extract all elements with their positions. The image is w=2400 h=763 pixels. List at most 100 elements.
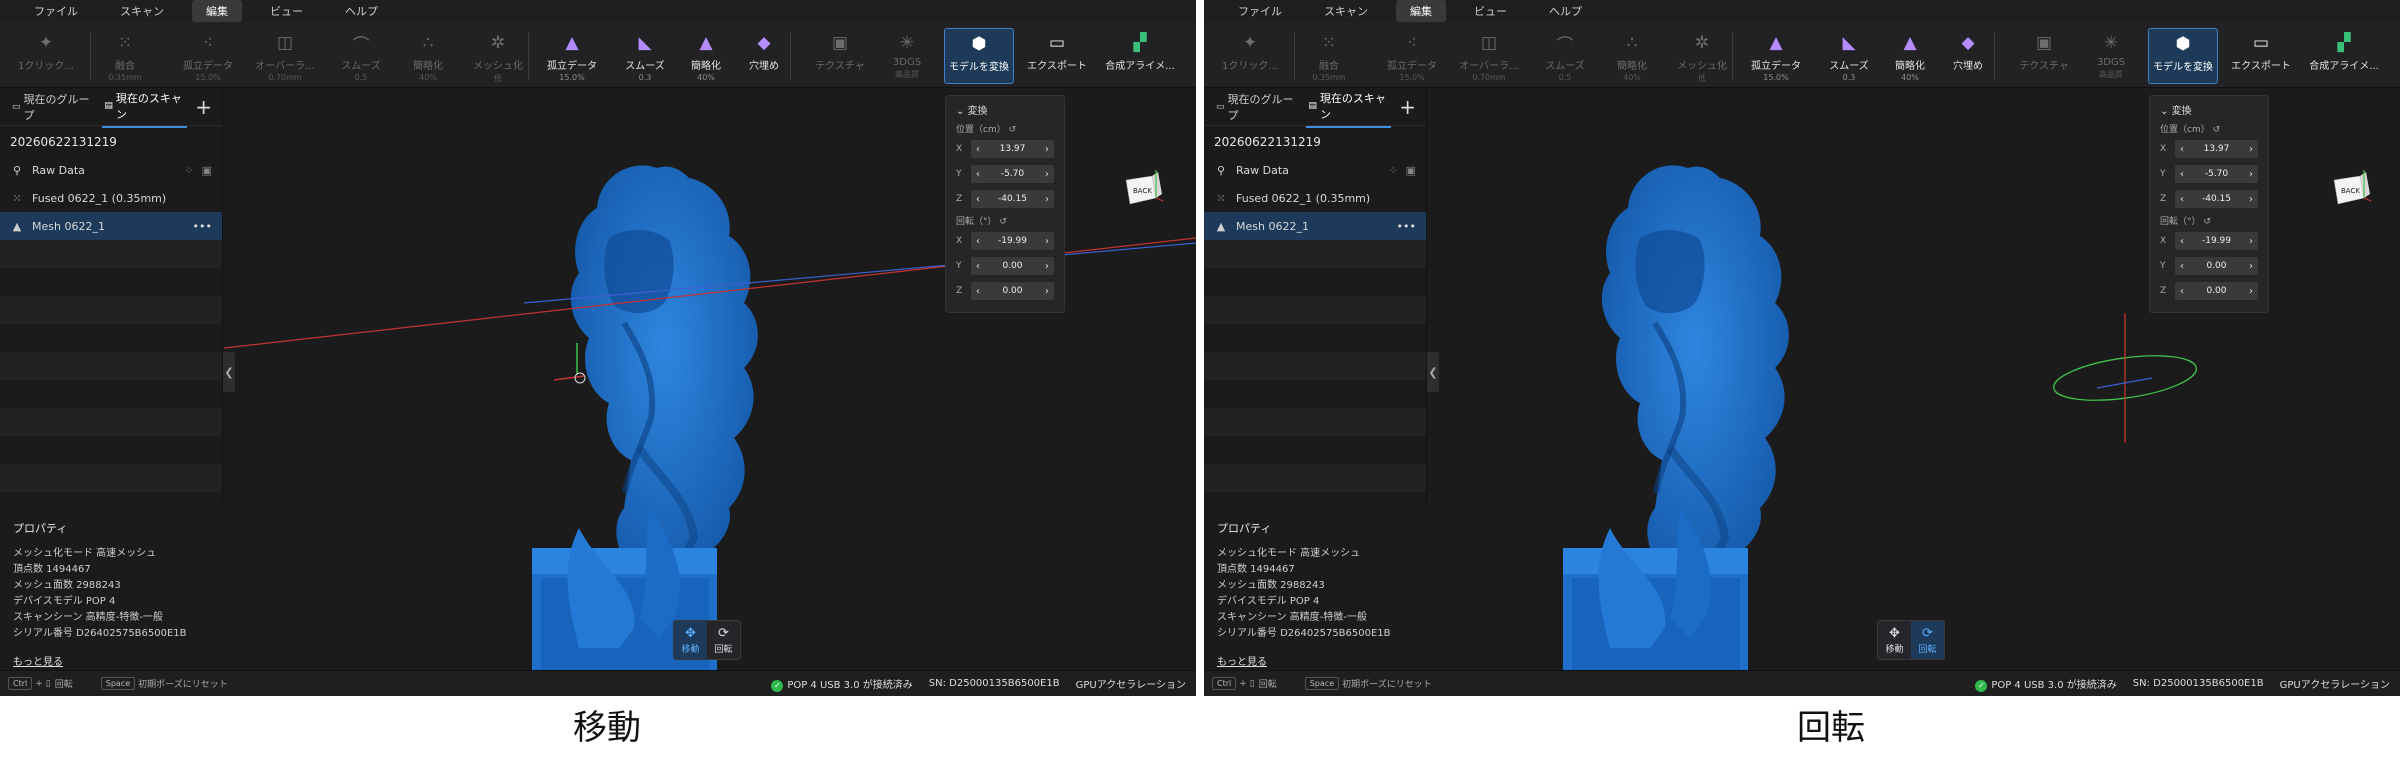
chevron-left-icon[interactable]: ‹ <box>2180 169 2184 180</box>
toolbar-hole-fill-button[interactable]: ◆ 穴埋め <box>740 28 788 84</box>
tab-current-scan[interactable]: ▤ 現在のスキャン <box>102 86 188 128</box>
chevron-right-icon[interactable]: › <box>2249 261 2253 272</box>
chevron-left-icon[interactable]: ‹ <box>976 286 980 297</box>
toolbar-align-button[interactable]: ▞ 合成アライメ... <box>1097 28 1183 84</box>
add-tab-button[interactable]: + <box>1399 95 1416 119</box>
position-x-stepper[interactable]: ‹ 13.97 › <box>2174 140 2258 158</box>
chevron-left-icon[interactable]: ‹ <box>976 261 980 272</box>
move-mode-button[interactable]: ✥ 移動 <box>674 621 707 659</box>
reset-icon[interactable]: ↺ <box>1006 125 1017 135</box>
tab-current-group[interactable]: ▭ 現在のグループ <box>1214 87 1298 127</box>
menu-item-3[interactable]: ビュー <box>256 0 317 22</box>
menu-item-1[interactable]: スキャン <box>106 0 178 22</box>
toolbar-export-button[interactable]: ▭ エクスポート <box>2229 28 2293 84</box>
chevron-right-icon[interactable]: › <box>2249 286 2253 297</box>
reset-icon[interactable]: ↺ <box>2210 125 2221 135</box>
chevron-left-icon[interactable]: ‹ <box>976 169 980 180</box>
hole-fill-icon: ◆ <box>1961 33 1975 53</box>
add-tab-button[interactable]: + <box>195 95 212 119</box>
rotation-z-stepper[interactable]: ‹ 0.00 › <box>2174 282 2258 300</box>
chevron-down-icon[interactable]: ⌄ <box>956 106 968 117</box>
toolbar-smooth-mesh-button[interactable]: ◣ スムーズ 0.3 <box>613 28 677 84</box>
menu-item-0[interactable]: ファイル <box>20 0 92 22</box>
chevron-left-icon[interactable]: ‹ <box>976 194 980 205</box>
more-icon[interactable]: ••• <box>1397 220 1416 233</box>
position-z-stepper[interactable]: ‹ -40.15 › <box>970 190 1054 208</box>
points-toggle-icon[interactable]: ⁘ <box>184 164 193 177</box>
menu-item-3[interactable]: ビュー <box>1460 0 1521 22</box>
chevron-left-icon[interactable]: ‹ <box>2180 286 2184 297</box>
menu-item-2[interactable]: 編集 <box>192 0 242 22</box>
chevron-left-icon[interactable]: ‹ <box>2180 194 2184 205</box>
toolbar-simplify-mesh-button[interactable]: ▲ 簡略化 40% <box>683 28 729 84</box>
toolbar-export-button[interactable]: ▭ エクスポート <box>1025 28 1089 84</box>
toolbar-transform-model-button[interactable]: ⬢ モデルを変換 <box>2148 28 2218 84</box>
list-item-fused[interactable]: ⁙ Fused 0622_1 (0.35mm) <box>1204 184 1426 212</box>
toolbar-hole-fill-button[interactable]: ◆ 穴埋め <box>1944 28 1992 84</box>
menu-item-0[interactable]: ファイル <box>1224 0 1296 22</box>
view-cube-face-label: BACK <box>1133 187 1152 195</box>
reset-icon[interactable]: ↺ <box>997 217 1007 227</box>
chevron-right-icon[interactable]: › <box>1045 144 1049 155</box>
chevron-left-icon[interactable]: ‹ <box>2180 236 2184 247</box>
position-y-stepper[interactable]: ‹ -5.70 › <box>970 165 1054 183</box>
move-mode-button[interactable]: ✥ 移動 <box>1878 621 1911 659</box>
chevron-left-icon[interactable]: ‹ <box>2180 144 2184 155</box>
toolbar-align-button[interactable]: ▞ 合成アライメ... <box>2301 28 2387 84</box>
chevron-right-icon[interactable]: › <box>1045 236 1049 247</box>
menu-item-4[interactable]: ヘルプ <box>1535 0 1596 22</box>
reset-icon[interactable]: ↺ <box>2201 217 2211 227</box>
chevron-down-icon[interactable]: ⌄ <box>2160 106 2172 117</box>
rotate-mode-button[interactable]: ⟳ 回転 <box>1911 621 1944 659</box>
view-cube[interactable]: BACK <box>2330 168 2372 208</box>
rotation-z-stepper[interactable]: ‹ 0.00 › <box>970 282 1054 300</box>
rotation-x-stepper[interactable]: ‹ -19.99 › <box>2174 232 2258 250</box>
list-item-mesh[interactable]: ▲ Mesh 0622_1 ••• <box>1204 212 1426 240</box>
toolbar-transform-model-button[interactable]: ⬢ モデルを変換 <box>944 28 1014 84</box>
toolbar-simplify-mesh-button[interactable]: ▲ 簡略化 40% <box>1887 28 1933 84</box>
list-item-raw[interactable]: ⚲ Raw Data ⁘ ▣ <box>0 156 222 184</box>
position-z-stepper[interactable]: ‹ -40.15 › <box>2174 190 2258 208</box>
position-y-stepper[interactable]: ‹ -5.70 › <box>2174 165 2258 183</box>
frame-toggle-icon[interactable]: ▣ <box>202 164 212 177</box>
property-line: メッシュ面数 2988243 <box>1217 580 1325 591</box>
position-x-stepper[interactable]: ‹ 13.97 › <box>970 140 1054 158</box>
rotation-y-stepper[interactable]: ‹ 0.00 › <box>2174 257 2258 275</box>
chevron-right-icon[interactable]: › <box>1045 286 1049 297</box>
menu-item-2[interactable]: 編集 <box>1396 0 1446 22</box>
show-more-link[interactable]: もっと見る <box>1217 653 1414 668</box>
chevron-right-icon[interactable]: › <box>2249 169 2253 180</box>
menu-item-4[interactable]: ヘルプ <box>331 0 392 22</box>
chevron-right-icon[interactable]: › <box>2249 236 2253 247</box>
frame-toggle-icon[interactable]: ▣ <box>1406 164 1416 177</box>
mesh-icon: ✲ <box>1694 33 1710 53</box>
chevron-right-icon[interactable]: › <box>2249 144 2253 155</box>
chevron-right-icon[interactable]: › <box>2249 194 2253 205</box>
chevron-left-icon[interactable]: ‹ <box>2180 261 2184 272</box>
view-cube[interactable]: BACK <box>1122 168 1164 208</box>
transform-model-icon: ⬢ <box>971 34 987 54</box>
rotation-x-stepper[interactable]: ‹ -19.99 › <box>970 232 1054 250</box>
chevron-left-icon[interactable]: ‹ <box>976 236 980 247</box>
list-item-mesh[interactable]: ▲ Mesh 0622_1 ••• <box>0 212 222 240</box>
toolbar-smooth-mesh-button[interactable]: ◣ スムーズ 0.3 <box>1817 28 1881 84</box>
toolbar-isolate-mesh-button[interactable]: ▲ 孤立データ 15.0% <box>1741 28 1811 84</box>
rotate-mode-button[interactable]: ⟳ 回転 <box>707 621 740 659</box>
rotation-y-stepper[interactable]: ‹ 0.00 › <box>970 257 1054 275</box>
chevron-right-icon[interactable]: › <box>1045 261 1049 272</box>
points-toggle-icon[interactable]: ⁘ <box>1388 164 1397 177</box>
toolbar-label: エクスポート <box>1027 61 1087 72</box>
list-item-fused[interactable]: ⁙ Fused 0622_1 (0.35mm) <box>0 184 222 212</box>
stepper-value: 13.97 <box>2203 144 2230 154</box>
toolbar-isolate-mesh-button[interactable]: ▲ 孤立データ 15.0% <box>537 28 607 84</box>
transform-panel: ⌄ 変換 位置（cm） ↺ X ‹ 13.97 › Y ‹ -5.70 › Z ‹ -40.15 › 回転（… <box>2149 95 2269 313</box>
list-item-raw[interactable]: ⚲ Raw Data ⁘ ▣ <box>1204 156 1426 184</box>
chevron-right-icon[interactable]: › <box>1045 194 1049 205</box>
chevron-left-icon[interactable]: ‹ <box>976 144 980 155</box>
tab-current-group[interactable]: ▭ 現在のグループ <box>10 87 94 127</box>
chevron-right-icon[interactable]: › <box>1045 169 1049 180</box>
show-more-link[interactable]: もっと見る <box>13 653 210 668</box>
menu-item-1[interactable]: スキャン <box>1310 0 1382 22</box>
tab-current-scan[interactable]: ▤ 現在のスキャン <box>1306 86 1392 128</box>
more-icon[interactable]: ••• <box>193 220 212 233</box>
